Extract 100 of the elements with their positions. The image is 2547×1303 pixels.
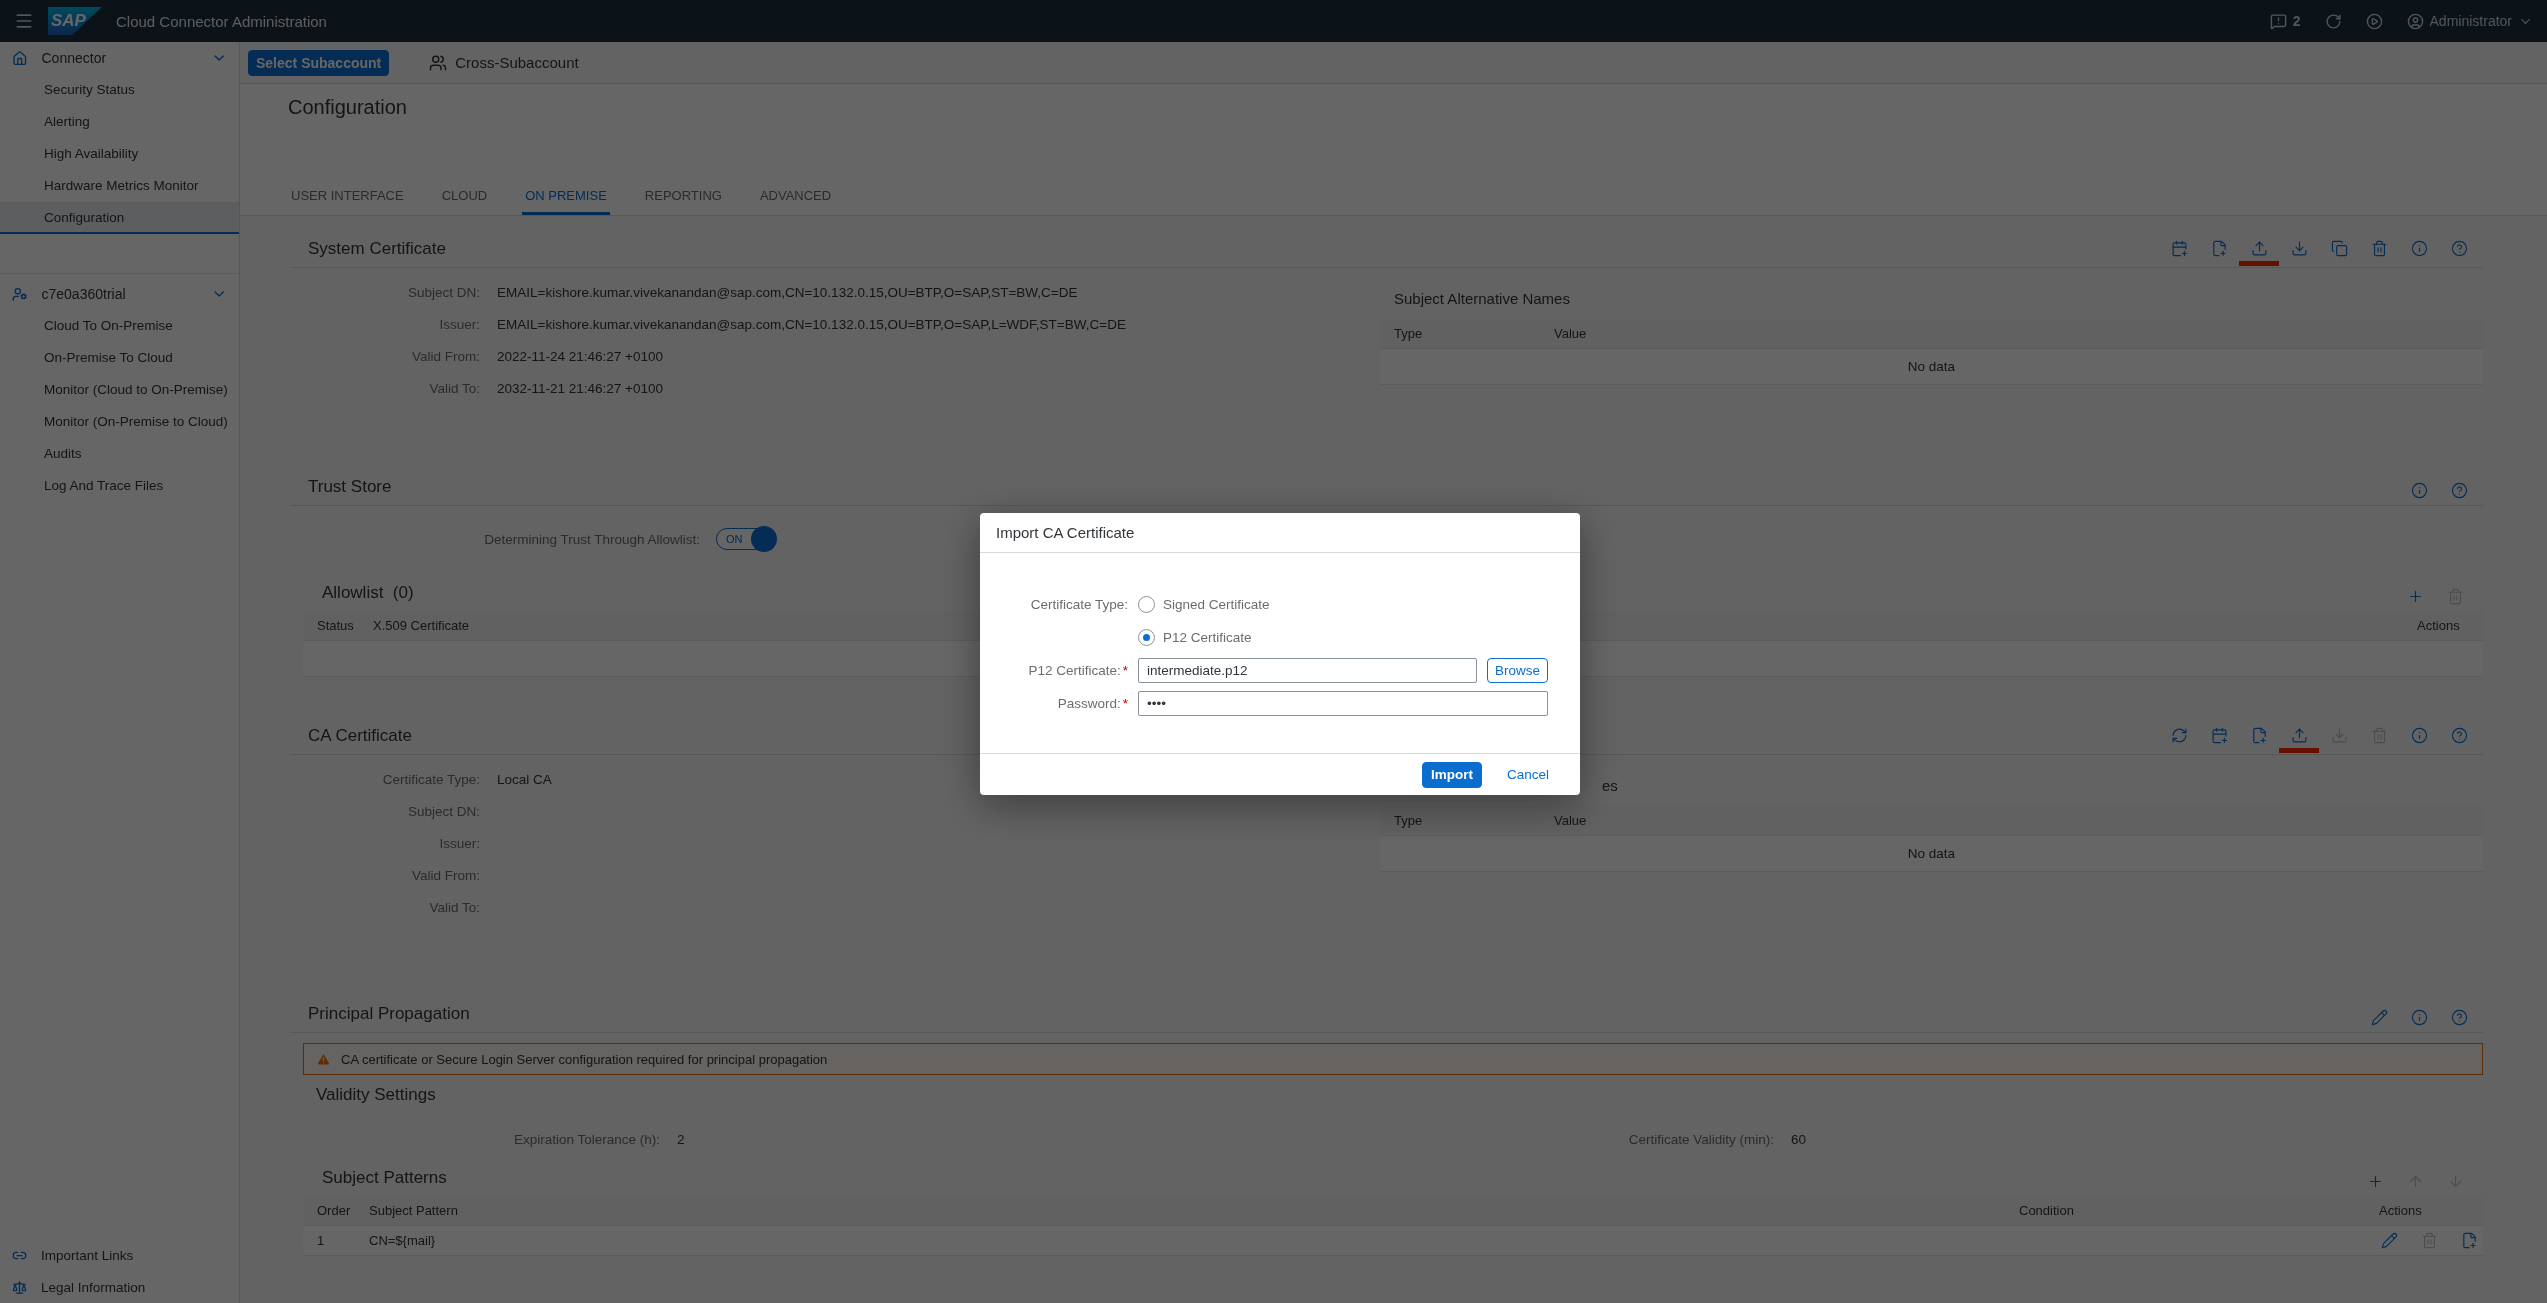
radio-option[interactable]: P12 Certificate [1138,629,1252,646]
table-title: Subject Patterns [322,1167,447,1188]
menu-icon[interactable] [14,11,34,31]
table-cell-text: CN=${mail} [368,1233,437,1248]
delete-icon[interactable] [2370,239,2388,257]
file-field[interactable]: intermediate.p12 [1138,658,1477,683]
nav-item[interactable]: Monitor (Cloud to On-Premise) [0,374,239,406]
column-header: Type [1393,326,1424,341]
field-value: Local CA [497,771,552,787]
nav-item[interactable]: Cloud To On-Premise [0,310,239,342]
nav-item[interactable]: Security Status [0,74,239,106]
file-plus-icon[interactable] [2210,239,2228,257]
field-label: Issuer: [438,316,480,332]
field-value: 2022-11-24 21:46:27 +0100 [497,348,664,364]
field-label: Determining Trust Through Allowlist: [483,531,700,547]
field-label: Certificate Validity (min): [1627,1131,1774,1147]
field-label: Issuer: [438,835,480,851]
field-label: P12 Certificate:* [1027,663,1128,678]
section-title: Trust Store [308,476,392,497]
column-header: Subject Pattern [368,1203,459,1218]
info-icon[interactable] [2410,239,2428,257]
help-icon[interactable] [2450,239,2468,257]
nav-item[interactable]: Audits [0,438,239,470]
section-subtitle: Validity Settings [316,1085,436,1105]
nav-group[interactable]: Connector [0,42,239,74]
field-label: Valid To: [428,899,480,915]
field-label: Password:* [1056,696,1128,711]
copy-icon[interactable] [2330,239,2348,257]
file-plus-icon[interactable] [2460,1232,2478,1249]
column-header: Order [316,1203,352,1218]
field-value: 60 [1791,1131,1807,1147]
section-title: Principal Propagation [308,1003,470,1024]
footer-link[interactable]: Legal Information [0,1271,239,1303]
column-header: Type [1393,813,1424,828]
tab[interactable]: ADVANCED [756,188,835,215]
field-label: Certificate Type: [1029,597,1128,612]
field-label: Subject DN: [406,284,480,300]
field-label: Valid To: [428,380,480,396]
help-icon[interactable] [2450,1009,2468,1026]
select-subaccount-button[interactable]: Select Subaccount [248,49,390,76]
field-value: 2032-11-21 21:46:27 +0100 [497,380,664,396]
toggle-switch[interactable]: ON [716,528,774,550]
notification-icon[interactable] [2269,12,2287,30]
refresh-icon[interactable] [2170,726,2188,744]
edit-icon[interactable] [2370,1009,2388,1026]
column-header: Actions [2378,1203,2423,1218]
file-plus-icon[interactable] [2250,726,2268,744]
column-header: Value [1553,326,1588,341]
nav-group[interactable]: c7e0a360trial [0,278,239,310]
users-icon [429,53,448,72]
cross-subaccount-link[interactable]: Cross-Subaccount [423,52,585,73]
upload-icon[interactable] [2250,239,2268,257]
calendar-icon[interactable] [2170,239,2188,257]
logo: SAP [48,7,102,35]
field-value: 2 [677,1131,686,1147]
tab[interactable]: CLOUD [438,188,491,215]
tab[interactable]: ON PREMISE [522,188,610,215]
column-header: Value [1553,813,1588,828]
section-title: System Certificate [308,238,446,259]
dialog-title: Import CA Certificate [996,524,1135,541]
download-icon[interactable] [2290,239,2308,257]
import-button[interactable]: Import [1421,761,1482,788]
page-title: Configuration [288,96,408,119]
nav-item[interactable]: Alerting [0,106,239,138]
calendar-icon[interactable] [2210,726,2228,744]
field-value: EMAIL=kishore.kumar.vivekanandan@sap.com,CN=10.132.0.15,OU=BTP,O=SAP,ST=BW,C=DE [497,284,1078,300]
nav-item[interactable]: High Availability [0,138,239,170]
help-icon[interactable] [2450,482,2468,499]
tab[interactable]: REPORTING [641,188,725,215]
nav-item[interactable]: Configuration [0,202,239,234]
refresh-icon[interactable] [2324,12,2342,30]
nav-item[interactable]: Monitor (On-Premise to Cloud) [0,406,239,438]
info-icon[interactable] [2410,726,2428,744]
field-label: Expiration Tolerance (h): [512,1131,660,1147]
nav-item[interactable]: Log And Trace Files [0,470,239,502]
upload-icon[interactable] [2290,726,2308,744]
nav-item[interactable]: On-Premise To Cloud [0,342,239,374]
table-title: Allowlist (0) [322,582,414,603]
radio-option[interactable]: Signed Certificate [1138,596,1270,613]
home-icon [12,49,28,67]
nav-item[interactable]: Hardware Metrics Monitor [0,170,239,202]
warning-text: CA certificate or Secure Login Server configuration required for principal propagation [341,1051,828,1067]
tab[interactable]: USER INTERFACE [288,188,407,215]
info-icon[interactable] [2410,482,2428,499]
help-icon[interactable] [2450,726,2468,744]
play-icon[interactable] [2365,12,2383,30]
info-icon[interactable] [2410,1009,2428,1026]
user-menu[interactable]: Administrator [2406,12,2533,30]
column-header: Condition [2018,1203,2075,1218]
empty-message: No data [1906,359,1957,374]
table-title: Subject Alternative Names [1394,290,1570,307]
column-header: Status [316,618,355,633]
edit-icon[interactable] [2380,1232,2398,1249]
browse-button[interactable]: Browse [1487,658,1548,683]
password-field[interactable]: •••• [1138,691,1548,716]
user-icon [2406,12,2424,30]
column-header: Actions [2416,618,2461,633]
cancel-button[interactable]: Cancel [1497,761,1558,788]
footer-link[interactable]: Important Links [0,1239,239,1271]
field-label: Valid From: [411,348,480,364]
